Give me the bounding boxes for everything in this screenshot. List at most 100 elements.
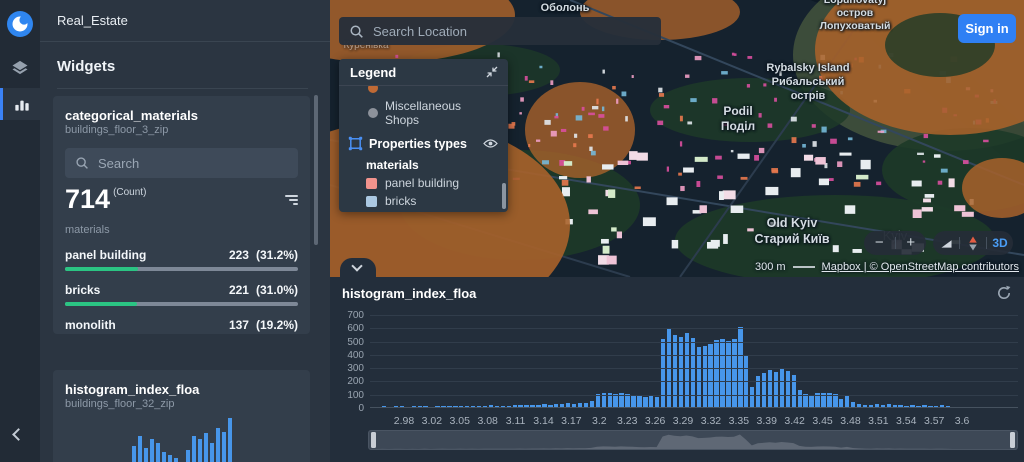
histogram-bar <box>554 403 559 407</box>
toggle-3d-button[interactable]: 3D <box>987 231 1013 255</box>
histogram-bar <box>494 406 500 407</box>
search-icon <box>350 25 363 38</box>
collapse-legend-icon[interactable] <box>486 66 498 78</box>
mini-histogram-bar <box>161 451 166 462</box>
histogram-bar <box>393 406 399 407</box>
histogram-bar <box>459 405 464 407</box>
histogram-bar <box>631 394 636 407</box>
histogram-bar <box>910 405 915 407</box>
range-slider[interactable] <box>368 430 1018 450</box>
histogram-bar <box>773 372 779 407</box>
histogram-bar <box>880 404 886 407</box>
progress-fill <box>65 267 138 271</box>
material-row: monolith 137 (19.2%) <box>65 318 298 334</box>
mini-histogram[interactable] <box>53 418 310 462</box>
histogram-bar <box>696 346 701 407</box>
refresh-icon[interactable] <box>996 285 1014 303</box>
x-tick-label: 3.51 <box>868 415 889 427</box>
x-tick-label: 3.6 <box>954 415 970 427</box>
histogram-bar <box>530 404 535 407</box>
histogram-bar <box>904 405 909 407</box>
histogram-bar <box>560 404 565 407</box>
legend-color-swatch <box>366 177 377 189</box>
x-tick-label: 2.98 <box>393 415 415 427</box>
histogram-bar <box>583 403 589 407</box>
legend-entry-label: bricks <box>385 194 417 208</box>
legend-body: Miscellaneous Shops Properties types mat… <box>339 86 508 212</box>
histogram-bar <box>809 395 814 407</box>
widget-search-input[interactable] <box>98 155 288 171</box>
zoom-in-button[interactable]: + <box>896 231 927 255</box>
histogram-bar <box>571 403 577 407</box>
histogram-bar <box>595 394 601 407</box>
mini-histogram-bar <box>221 431 226 462</box>
x-tick-label: 3.23 <box>616 415 638 427</box>
progress-track <box>65 267 298 271</box>
x-tick-label: 3.35 <box>728 415 750 427</box>
search-icon <box>76 157 88 169</box>
sidebar: Real_Estate Widgets categorical_material… <box>40 0 330 462</box>
y-tick-label: 200 <box>347 376 364 388</box>
map-scale-bar <box>792 266 815 268</box>
map-search-bar[interactable] <box>339 17 661 45</box>
histogram-bar <box>868 405 874 407</box>
map-attribution[interactable]: Mapbox | © OpenStreetMap contributors <box>822 261 1019 273</box>
carto-logo[interactable] <box>7 11 33 37</box>
divider <box>57 88 308 89</box>
histogram-bar <box>500 405 506 407</box>
histogram-bar <box>542 404 547 407</box>
histogram-bar <box>726 340 731 407</box>
widget-search-box[interactable] <box>65 148 298 178</box>
mini-histogram-bar <box>191 436 196 462</box>
widgets-section-title: Widgets <box>57 58 116 75</box>
histogram-bar <box>655 396 660 407</box>
material-label: panel building <box>65 248 147 262</box>
map-view[interactable]: Оболонь Lopuhovatyj остров Лопуховатый Ryb… <box>330 0 1024 277</box>
gridline <box>370 381 1018 383</box>
legend-scrollbar[interactable] <box>502 183 506 209</box>
eye-icon[interactable] <box>483 138 498 149</box>
gridline <box>370 341 1018 343</box>
legend-entries: panel buildingbricksmonolithcombined mat… <box>339 174 508 212</box>
legend-color-swatch <box>366 195 377 207</box>
histogram-bar <box>922 405 927 407</box>
mini-histogram-bar <box>137 436 142 462</box>
material-label: bricks <box>65 283 101 297</box>
histogram-bar <box>898 405 903 407</box>
histogram-bar <box>417 406 422 407</box>
bar-chart-icon[interactable] <box>0 88 40 120</box>
range-slider-left-handle[interactable] <box>371 432 376 448</box>
histogram-bar <box>803 394 808 407</box>
histogram-plot[interactable] <box>370 315 1018 408</box>
histogram-bar <box>874 404 880 407</box>
sign-in-button[interactable]: Sign in <box>958 14 1016 43</box>
y-tick-label: 0 <box>358 402 364 414</box>
incline-icon[interactable] <box>933 238 959 249</box>
sidebar-scrollbar[interactable] <box>314 95 318 245</box>
histogram-bar <box>945 406 951 407</box>
legend-layer-title: Properties types <box>369 136 467 151</box>
sort-descending-icon[interactable] <box>285 195 298 205</box>
zoom-out-button[interactable]: − <box>864 231 895 255</box>
layers-icon[interactable] <box>0 52 40 84</box>
x-tick-label: 3.26 <box>644 415 666 427</box>
histogram-bar <box>399 406 405 407</box>
x-tick-label: 3.42 <box>784 415 805 427</box>
x-tick-label: 3.2 <box>591 415 607 427</box>
histogram-title: histogram_index_floa <box>342 286 477 301</box>
range-slider-right-handle[interactable] <box>1010 432 1015 448</box>
collapse-bottom-panel-button[interactable] <box>340 258 376 277</box>
collapse-chevron-icon[interactable] <box>12 428 25 441</box>
histogram-bar <box>613 394 618 407</box>
histogram-bar <box>465 406 470 407</box>
histogram-bar <box>423 406 428 407</box>
x-tick-label: 3.32 <box>700 415 722 427</box>
map-search-input[interactable] <box>373 23 651 39</box>
histogram-bar <box>892 405 897 407</box>
histogram-bar <box>660 338 666 407</box>
legend-poi-item <box>339 86 508 96</box>
histogram-bar <box>732 339 737 407</box>
histogram-bar <box>684 333 690 407</box>
compass-icon[interactable] <box>960 235 986 251</box>
legend-poi-item: Miscellaneous Shops <box>339 96 508 130</box>
